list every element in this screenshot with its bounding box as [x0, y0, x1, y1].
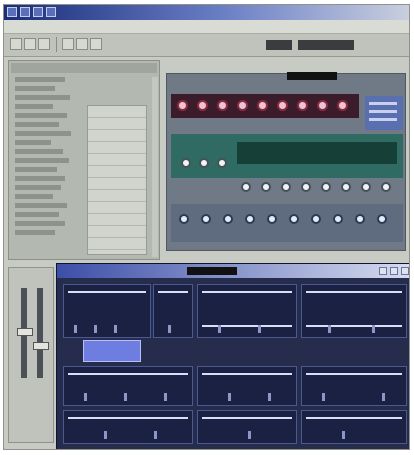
- fader-icon[interactable]: [37, 288, 43, 378]
- knob-icon[interactable]: [217, 100, 228, 111]
- rack-label: [287, 72, 337, 80]
- knob-icon[interactable]: [257, 100, 268, 111]
- knob-icon[interactable]: [277, 100, 288, 111]
- pattern-cell[interactable]: [197, 366, 297, 406]
- selected-region[interactable]: [83, 340, 141, 362]
- window-icon: [7, 7, 17, 17]
- transport-display: [266, 40, 292, 50]
- knob-icon[interactable]: [355, 214, 365, 224]
- knob-icon[interactable]: [377, 214, 387, 224]
- knob-icon[interactable]: [301, 182, 311, 192]
- minimize-icon[interactable]: [20, 7, 30, 17]
- browser-scrollbar[interactable]: [152, 77, 158, 257]
- close-icon[interactable]: [46, 7, 56, 17]
- maximize-icon[interactable]: [33, 7, 43, 17]
- tool-button-6[interactable]: [90, 38, 102, 50]
- knob-icon[interactable]: [181, 158, 191, 168]
- file-list[interactable]: [87, 105, 147, 255]
- time-display: [298, 40, 354, 50]
- toolbar: [4, 34, 409, 57]
- knob-icon[interactable]: [321, 182, 331, 192]
- preset-panel[interactable]: [365, 96, 403, 130]
- tool-button-4[interactable]: [62, 38, 74, 50]
- knob-icon[interactable]: [223, 214, 233, 224]
- knob-icon[interactable]: [361, 182, 371, 192]
- knob-icon[interactable]: [245, 214, 255, 224]
- browser-panel: [8, 60, 160, 260]
- title-bar[interactable]: [4, 5, 409, 20]
- minimize-icon[interactable]: [379, 267, 387, 275]
- knob-icon[interactable]: [297, 100, 308, 111]
- tool-button-3[interactable]: [38, 38, 50, 50]
- pattern-cell[interactable]: [63, 366, 193, 406]
- pattern-cell[interactable]: [301, 366, 407, 406]
- knob-icon[interactable]: [341, 182, 351, 192]
- pattern-cell[interactable]: [63, 284, 151, 338]
- file-tree[interactable]: [15, 77, 77, 257]
- mixer-strip: [8, 267, 54, 443]
- fader-handle[interactable]: [33, 342, 49, 350]
- knob-icon[interactable]: [333, 214, 343, 224]
- editor-window: [56, 263, 409, 449]
- menu-bar: [4, 20, 409, 34]
- knob-icon[interactable]: [267, 214, 277, 224]
- knob-icon[interactable]: [199, 158, 209, 168]
- browser-header: [11, 63, 157, 73]
- knob-row-blue: [171, 204, 403, 242]
- knob-icon[interactable]: [289, 214, 299, 224]
- editor-title-bar[interactable]: [57, 264, 409, 278]
- pattern-cell[interactable]: [197, 410, 297, 444]
- tool-button-2[interactable]: [24, 38, 36, 50]
- pattern-cell[interactable]: [197, 284, 297, 338]
- knob-row-red: [171, 94, 359, 118]
- knob-icon[interactable]: [237, 100, 248, 111]
- pattern-cell[interactable]: [153, 284, 193, 338]
- pattern-cell[interactable]: [63, 410, 193, 444]
- knob-icon[interactable]: [201, 214, 211, 224]
- knob-icon[interactable]: [311, 214, 321, 224]
- close-icon[interactable]: [401, 267, 409, 275]
- knob-icon[interactable]: [197, 100, 208, 111]
- envelope-display: [237, 142, 397, 164]
- knob-icon[interactable]: [179, 214, 189, 224]
- knob-icon[interactable]: [261, 182, 271, 192]
- pattern-cell[interactable]: [301, 410, 407, 444]
- knob-icon[interactable]: [317, 100, 328, 111]
- fader-handle[interactable]: [17, 328, 33, 336]
- knob-icon[interactable]: [177, 100, 188, 111]
- tool-button-5[interactable]: [76, 38, 88, 50]
- knob-icon[interactable]: [381, 182, 391, 192]
- knob-icon[interactable]: [217, 158, 227, 168]
- maximize-icon[interactable]: [390, 267, 398, 275]
- knob-icon[interactable]: [337, 100, 348, 111]
- instrument-rack: [166, 72, 406, 251]
- tool-button-1[interactable]: [10, 38, 22, 50]
- toolbar-separator: [56, 37, 57, 52]
- knob-icon[interactable]: [241, 182, 251, 192]
- knob-icon[interactable]: [281, 182, 291, 192]
- app-window: [3, 4, 410, 450]
- editor-title: [187, 267, 237, 275]
- pattern-cell[interactable]: [301, 284, 407, 338]
